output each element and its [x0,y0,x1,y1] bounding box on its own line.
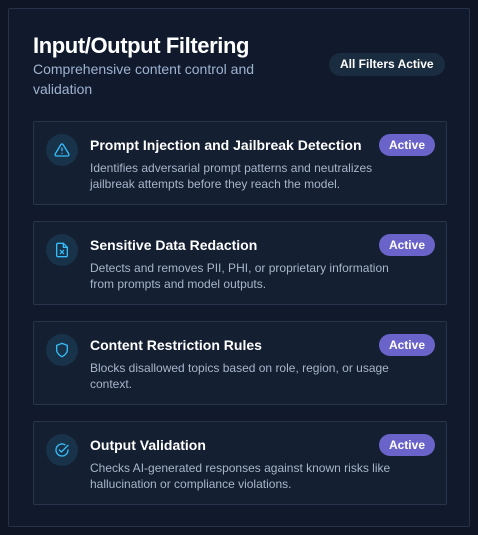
active-status-badge: Active [378,334,435,356]
filter-card-title: Content Restriction Rules [90,337,262,353]
warning-triangle-icon [46,134,78,166]
filter-card-sensitive-data[interactable]: Sensitive Data Redaction Detects and rem… [33,221,447,305]
filter-card-title: Sensitive Data Redaction [90,237,258,253]
active-status-badge: Active [378,234,435,256]
filter-card-output-validation[interactable]: Output Validation Checks AI-generated re… [33,421,447,505]
redacted-document-icon [46,234,78,266]
shield-icon [46,334,78,366]
check-circle-icon [46,434,78,466]
page-title: Input/Output Filtering [33,33,250,58]
filtering-panel: Input/Output Filtering Comprehensive con… [8,8,470,527]
all-filters-status-badge: All Filters Active [329,53,445,76]
active-status-badge: Active [378,134,435,156]
filter-card-title: Output Validation [90,437,206,453]
active-status-badge: Active [378,434,435,456]
page-subtitle: Comprehensive content control and valida… [33,61,255,97]
filter-card-content-restriction[interactable]: Content Restriction Rules Blocks disallo… [33,321,447,405]
filter-card-description: Detects and removes PII, PHI, or proprie… [90,261,389,291]
filter-card-prompt-injection[interactable]: Prompt Injection and Jailbreak Detection… [33,121,447,205]
filter-card-title: Prompt Injection and Jailbreak Detection [90,137,362,153]
filter-card-description: Checks AI-generated responses against kn… [90,461,391,491]
filter-card-description: Blocks disallowed topics based on role, … [90,361,389,391]
filter-card-description: Identifies adversarial prompt patterns a… [90,161,373,191]
